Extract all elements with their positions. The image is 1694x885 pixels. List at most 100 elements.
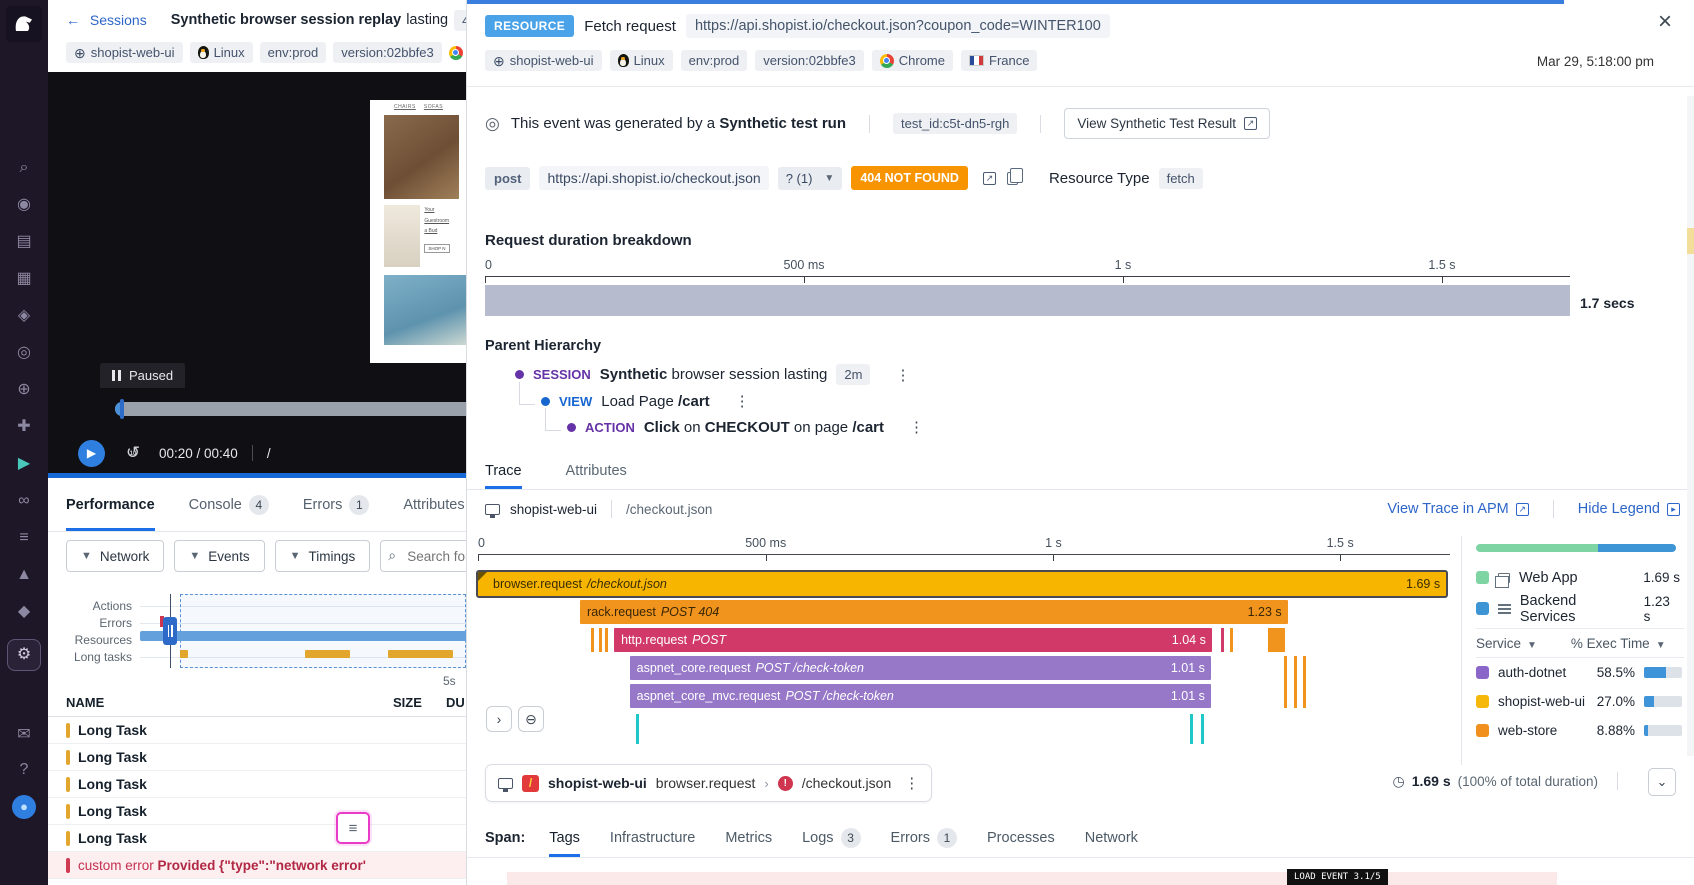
dashboards-icon[interactable]: ▦ — [13, 269, 35, 289]
hierarchy-view-row[interactable]: VIEW Load Page /cart ⋮ — [541, 392, 750, 410]
timings-filter-button[interactable]: ▼Timings — [275, 540, 371, 572]
legend-item-web-app[interactable]: Web App 1.69 s — [1476, 562, 1684, 593]
view-synthetic-test-result-button[interactable]: View Synthetic Test Result↗ — [1064, 108, 1270, 139]
table-row[interactable]: Long Task — [48, 825, 467, 852]
player-scrubber[interactable] — [115, 402, 467, 416]
tab-attributes[interactable]: Attributes — [403, 478, 464, 531]
ci-icon[interactable]: ∞ — [13, 491, 35, 511]
trace-span[interactable]: http.requestPOST 1.04 s — [614, 628, 1212, 652]
exec-time-column-sort[interactable]: % Exec Time▼ — [1571, 636, 1666, 651]
trace-span[interactable]: aspnet_core_mvc.requestPOST /check-token… — [630, 684, 1211, 708]
trace-minor-span[interactable] — [1230, 628, 1233, 652]
request-url[interactable]: https://api.shopist.io/checkout.json — [539, 166, 768, 190]
resource-url[interactable]: https://api.shopist.io/checkout.json?cou… — [686, 14, 1110, 38]
os-tag[interactable]: Linux — [190, 42, 253, 63]
highlighted-filter-icon[interactable]: ≡ — [336, 812, 370, 844]
trace-span[interactable]: browser.request/checkout.json 1.69 s — [478, 572, 1446, 596]
network-filter-button[interactable]: ▼Network — [66, 540, 164, 572]
table-row[interactable]: Long Task — [48, 771, 467, 798]
watchdog-icon[interactable]: ◉ — [13, 195, 35, 215]
trace-minor-span[interactable] — [599, 628, 602, 652]
events-filter-button[interactable]: ▼Events — [174, 540, 264, 572]
view-trace-in-apm-link[interactable]: View Trace in APM↗ — [1387, 501, 1528, 517]
play-button[interactable]: ▶ — [78, 440, 105, 467]
trace-span[interactable]: aspnet_core.requestPOST /check-token 1.0… — [630, 656, 1211, 680]
paused-indicator[interactable]: Paused — [100, 363, 185, 388]
copy-icon[interactable] — [1007, 172, 1018, 185]
service-tag[interactable]: ⊕shopist-web-ui — [485, 50, 602, 71]
version-tag[interactable]: version:02bbfe3 — [755, 50, 864, 71]
trace-minor-span[interactable] — [1294, 656, 1297, 708]
country-tag[interactable]: France — [961, 50, 1037, 71]
span-tab-errors[interactable]: Errors1 — [891, 818, 957, 857]
zoom-out-button[interactable]: ⊖ — [518, 706, 544, 732]
service-column-sort[interactable]: Service▼ — [1476, 636, 1537, 651]
legend-service-row[interactable]: shopist-web-ui 27.0% — [1476, 687, 1684, 716]
version-tag[interactable]: version:02bbfe3 — [333, 42, 442, 63]
kebab-menu-icon[interactable]: ⋮ — [909, 418, 924, 436]
span-tab-logs[interactable]: Logs3 — [802, 818, 860, 857]
table-row[interactable]: Long Task — [48, 744, 467, 771]
help-icon[interactable]: ? — [13, 760, 35, 780]
open-link-icon[interactable]: ↗ — [983, 172, 996, 185]
settings-icon[interactable]: ⚙ — [7, 639, 41, 671]
span-tab-network[interactable]: Network — [1085, 818, 1138, 857]
security-icon[interactable]: ▲ — [13, 565, 35, 585]
service-map-icon[interactable]: ◎ — [13, 343, 35, 363]
error-log-row[interactable] — [507, 872, 1557, 885]
close-icon[interactable]: × — [1658, 10, 1672, 34]
catalog-icon[interactable]: ▤ — [13, 232, 35, 252]
span-tab-infrastructure[interactable]: Infrastructure — [610, 818, 695, 857]
rewind-10-button[interactable]: ↺10 — [123, 443, 143, 463]
env-tag[interactable]: env:prod — [681, 50, 748, 71]
trace-minor-span-teal[interactable] — [1201, 714, 1204, 744]
tab-errors[interactable]: Errors1 — [303, 478, 369, 531]
legend-service-row[interactable]: auth-dotnet 58.5% — [1476, 658, 1684, 687]
span-tab-tags[interactable]: Tags — [549, 818, 580, 857]
trace-minor-span[interactable] — [1303, 656, 1306, 708]
tab-trace[interactable]: Trace — [485, 452, 522, 489]
logs-icon[interactable]: ≡ — [13, 528, 35, 548]
legend-service-row[interactable]: web-store 8.88% — [1476, 716, 1684, 745]
trace-minor-span[interactable] — [1284, 656, 1287, 708]
trace-minor-span[interactable] — [1221, 628, 1224, 652]
hide-legend-link[interactable]: Hide Legend▸ — [1578, 501, 1680, 517]
hierarchy-action-row[interactable]: ACTION Click on CHECKOUT on page /cart ⋮ — [567, 418, 924, 436]
scrubber-handle[interactable] — [120, 399, 124, 419]
kebab-menu-icon[interactable]: ⋮ — [895, 366, 910, 384]
search-input[interactable] — [407, 549, 467, 564]
span-tab-processes[interactable]: Processes — [987, 818, 1055, 857]
expand-trace-button[interactable]: › — [486, 706, 512, 732]
tab-console[interactable]: Console4 — [189, 478, 269, 531]
table-row[interactable]: Long Task — [48, 798, 467, 825]
service-tag[interactable]: ⊕shopist-web-ui — [66, 42, 183, 63]
query-params-dropdown[interactable]: ? (1)▼ — [778, 167, 843, 190]
playhead-handle[interactable] — [163, 617, 177, 645]
session-replay-icon[interactable]: ▶ — [13, 454, 35, 474]
chat-icon[interactable]: ✉ — [13, 725, 35, 745]
os-tag[interactable]: Linux — [610, 50, 673, 71]
kebab-menu-icon[interactable]: ⋮ — [904, 774, 919, 792]
collapse-span-panel-button[interactable]: ⌄ — [1648, 768, 1676, 796]
long-task-segment[interactable] — [180, 650, 188, 658]
trace-minor-span[interactable] — [605, 628, 608, 652]
table-row-error[interactable]: custom error Provided {"type":"network e… — [48, 852, 467, 879]
test-id-tag[interactable]: test_id:c5t-dn5-rgh — [893, 113, 1017, 134]
tab-attributes[interactable]: Attributes — [566, 452, 627, 489]
span-tab-metrics[interactable]: Metrics — [725, 818, 772, 857]
browser-tag[interactable]: Chrome — [872, 50, 953, 71]
tab-performance[interactable]: Performance — [66, 478, 155, 531]
trace-span[interactable]: rack.requestPOST 404 1.23 s — [580, 600, 1288, 624]
duration-bar[interactable] — [485, 285, 1570, 316]
replay-video[interactable]: CHAIRSSOFAS Your Guestrooma Bud SHOP N P… — [48, 72, 467, 478]
kebab-menu-icon[interactable]: ⋮ — [735, 392, 750, 410]
waterfall-search[interactable]: ⌕ — [380, 540, 467, 572]
search-icon[interactable]: ⌕ — [13, 158, 35, 178]
long-task-segment[interactable] — [388, 650, 453, 658]
hierarchy-session-row[interactable]: SESSION Synthetic browser session lastin… — [515, 364, 910, 385]
network-map-icon[interactable]: ◈ — [13, 306, 35, 326]
env-tag[interactable]: env:prod — [260, 42, 327, 63]
integrations-icon[interactable]: ✚ — [13, 417, 35, 437]
resources-bar[interactable] — [140, 631, 467, 641]
scrollbar[interactable] — [1687, 96, 1694, 756]
